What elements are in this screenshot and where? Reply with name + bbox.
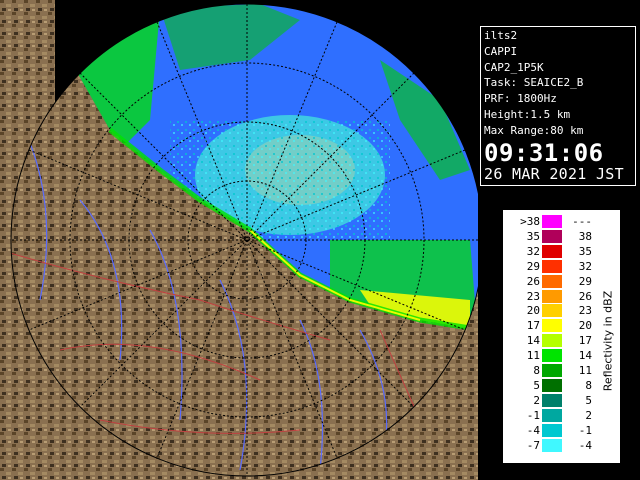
legend-row: -4 -1 bbox=[504, 423, 592, 437]
legend-row-max: -1 bbox=[578, 423, 592, 437]
legend-swatch bbox=[542, 274, 562, 288]
color-legend: >38 --- 35 38 32 35 29 32 26 29 23 26 20 23 17 20 14 17 11… bbox=[503, 210, 620, 463]
legend-swatch bbox=[542, 304, 562, 318]
legend-row-max: 11 bbox=[578, 364, 592, 377]
legend-row-min: 5 bbox=[533, 378, 540, 392]
legend-swatch bbox=[542, 349, 562, 363]
site-name: ilts2 bbox=[484, 29, 518, 42]
legend-row-min: >38 bbox=[520, 215, 540, 228]
legend-swatch bbox=[542, 364, 562, 377]
legend-row-min: 20 bbox=[526, 304, 540, 318]
legend-swatch bbox=[542, 423, 562, 437]
time-display: 09:31:06 bbox=[484, 138, 604, 167]
legend-swatch bbox=[542, 229, 562, 243]
legend-row-max: 14 bbox=[578, 349, 592, 363]
legend-row: -1 2 bbox=[504, 408, 592, 422]
legend-swatch bbox=[542, 289, 562, 303]
legend-row: 29 32 bbox=[504, 259, 592, 273]
legend-row-max: 29 bbox=[578, 274, 592, 288]
product-id: CAP2_1P5K bbox=[484, 60, 544, 74]
legend-row-max: 17 bbox=[578, 334, 592, 348]
legend-unit-text: Reflectivity in dBZ bbox=[601, 290, 615, 392]
legend-unit-label: Reflectivity in dBZ bbox=[598, 271, 618, 411]
legend-swatch bbox=[542, 438, 562, 452]
legend-swatch bbox=[542, 259, 562, 273]
legend-row: 23 26 bbox=[504, 289, 592, 303]
legend-row-max: 23 bbox=[578, 304, 592, 318]
info-panel: ilts2 CAPPI CAP2_1P5K Task: SEAICE2_B PR… bbox=[480, 26, 636, 186]
max-range-label: Max Range:80 km bbox=[484, 123, 584, 137]
legend-row-min: 35 bbox=[526, 229, 540, 243]
legend-row: -7 -4 bbox=[504, 438, 592, 452]
legend-swatch bbox=[542, 244, 562, 258]
legend-swatch bbox=[542, 408, 562, 422]
legend-swatch bbox=[542, 215, 562, 228]
legend-row: 32 35 bbox=[504, 244, 592, 258]
legend-row-max: 26 bbox=[578, 289, 592, 303]
legend-row-min: -4 bbox=[526, 423, 540, 437]
legend-row-min: 11 bbox=[526, 349, 540, 363]
legend-row-max: 38 bbox=[578, 229, 592, 243]
legend-row-max: 5 bbox=[585, 393, 592, 407]
legend-row: 58 bbox=[504, 378, 592, 392]
legend-row: 11 14 bbox=[504, 349, 592, 363]
legend-row-max: --- bbox=[572, 215, 592, 228]
date-display: 26 MAR 2021 JST bbox=[484, 164, 624, 183]
legend-row: 35 38 bbox=[504, 229, 592, 243]
legend-row-min: 26 bbox=[526, 274, 540, 288]
radar-display: ilts2 CAPPI CAP2_1P5K Task: SEAICE2_B PR… bbox=[0, 0, 640, 480]
radar-map[interactable] bbox=[0, 0, 478, 480]
legend-row: 8 11 bbox=[504, 364, 592, 377]
legend-swatch bbox=[542, 319, 562, 333]
legend-swatch bbox=[542, 334, 562, 348]
legend-row-max: 32 bbox=[578, 259, 592, 273]
legend-row: 25 bbox=[504, 393, 592, 407]
legend-row-min: 17 bbox=[526, 319, 540, 333]
legend-row-min: -7 bbox=[526, 438, 540, 452]
legend-swatch bbox=[542, 378, 562, 392]
legend-swatch bbox=[542, 393, 562, 407]
legend-row-min: 2 bbox=[533, 393, 540, 407]
task-label: Task: SEAICE2_B bbox=[484, 76, 584, 90]
prf-label: PRF: 1800Hz bbox=[484, 92, 557, 106]
legend-row-max: 35 bbox=[578, 244, 592, 258]
product-name: CAPPI bbox=[484, 44, 518, 58]
legend-row-min: 8 bbox=[533, 364, 540, 377]
legend-row-max: 2 bbox=[585, 408, 592, 422]
legend-row-max: 20 bbox=[578, 319, 592, 333]
height-label: Height:1.5 km bbox=[484, 107, 571, 121]
legend-row: 26 29 bbox=[504, 274, 592, 288]
legend-row-max: -4 bbox=[578, 438, 592, 452]
legend-row-min: 32 bbox=[526, 244, 540, 258]
legend-row-min: 14 bbox=[526, 334, 540, 348]
legend-row-min: -1 bbox=[526, 408, 540, 422]
legend-row: >38 --- bbox=[504, 215, 592, 228]
legend-row: 20 23 bbox=[504, 304, 592, 318]
legend-row: 14 17 bbox=[504, 334, 592, 348]
legend-row-min: 29 bbox=[526, 259, 540, 273]
legend-row: 17 20 bbox=[504, 319, 592, 333]
legend-row-min: 23 bbox=[526, 289, 540, 303]
legend-row-max: 8 bbox=[585, 378, 592, 392]
